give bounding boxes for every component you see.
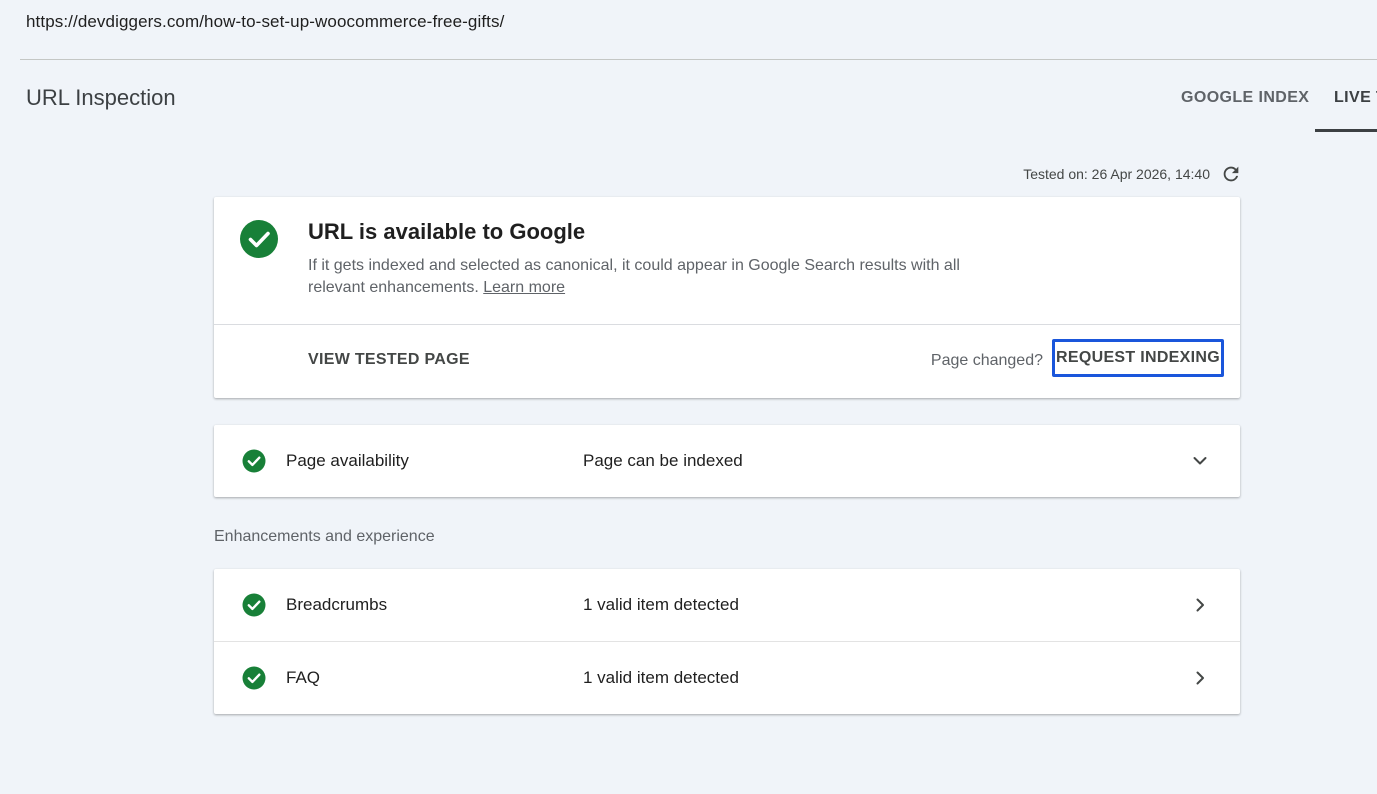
tested-on-text: Tested on: 26 Apr 2026, 14:40 xyxy=(1023,166,1210,182)
chevron-right-icon[interactable] xyxy=(1190,595,1210,615)
tab-google-index[interactable]: GOOGLE INDEX xyxy=(1181,89,1309,107)
row-label: FAQ xyxy=(286,668,321,687)
chevron-right-icon[interactable] xyxy=(1190,668,1210,688)
list-item[interactable]: FAQ 1 valid item detected xyxy=(214,642,1240,714)
page-changed-label: Page changed? xyxy=(930,352,1043,369)
enhancements-card: Breadcrumbs 1 valid item detected FAQ 1 … xyxy=(214,569,1240,714)
refresh-icon[interactable] xyxy=(1220,163,1242,185)
result-description: If it gets indexed and selected as canon… xyxy=(308,255,968,299)
result-description-text: If it gets indexed and selected as canon… xyxy=(308,257,960,296)
row-label: Breadcrumbs xyxy=(286,595,388,614)
row-value: Page can be indexed xyxy=(583,451,743,470)
list-item[interactable]: Breadcrumbs 1 valid item detected xyxy=(214,569,1240,641)
active-tab-indicator xyxy=(1315,129,1377,132)
tested-on-bar: Tested on: 26 Apr 2026, 14:40 xyxy=(1023,163,1242,185)
page-title: URL Inspection xyxy=(26,85,176,110)
result-heading: URL is available to Google xyxy=(308,219,586,244)
learn-more-link[interactable]: Learn more xyxy=(483,279,565,296)
row-value: 1 valid item detected xyxy=(583,668,739,687)
view-tested-page-button[interactable]: VIEW TESTED PAGE xyxy=(308,351,470,369)
section-heading: Enhancements and experience xyxy=(214,528,435,545)
check-circle-icon xyxy=(242,666,266,690)
row-value: 1 valid item detected xyxy=(583,595,739,614)
check-circle-icon xyxy=(242,449,266,473)
result-card: URL is available to Google If it gets in… xyxy=(214,197,1240,398)
page-availability-card: Page availability Page can be indexed xyxy=(214,425,1240,497)
check-circle-icon xyxy=(242,593,266,617)
tab-bar: GOOGLE INDEX LIVE T xyxy=(1150,60,1377,132)
request-indexing-button[interactable]: REQUEST INDEXING xyxy=(1052,339,1224,377)
tab-live-test[interactable]: LIVE T xyxy=(1334,89,1377,107)
chevron-down-icon[interactable] xyxy=(1190,451,1210,471)
page-availability-row[interactable]: Page availability Page can be indexed xyxy=(214,425,1240,497)
check-circle-icon xyxy=(240,220,278,258)
inspected-url: https://devdiggers.com/how-to-set-up-woo… xyxy=(26,12,505,31)
card-divider xyxy=(214,324,1240,325)
row-label: Page availability xyxy=(286,451,409,470)
